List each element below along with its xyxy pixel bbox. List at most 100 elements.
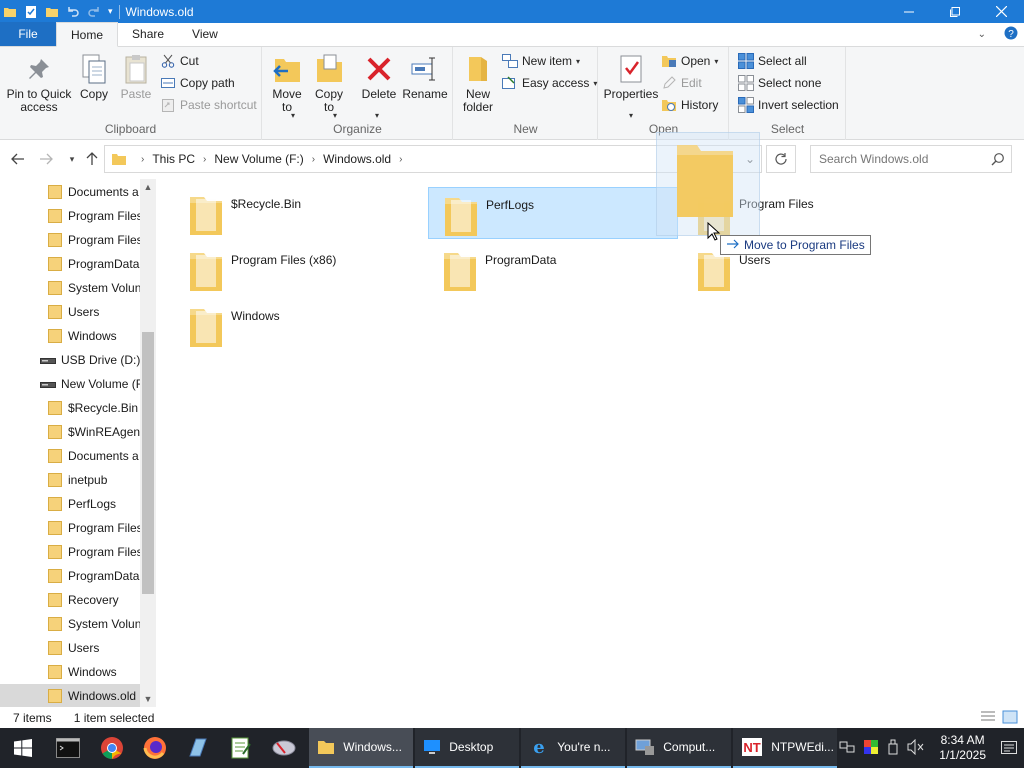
breadcrumb-this-pc[interactable]: This PC (152, 152, 195, 166)
customize-qat-icon[interactable]: ▾ (108, 6, 113, 17)
new-folder-button[interactable]: New folder (460, 53, 496, 114)
chevron-right-icon[interactable]: › (141, 154, 144, 165)
chevron-down-icon[interactable]: ⌄ (978, 29, 986, 40)
chevron-right-icon[interactable]: › (399, 154, 402, 165)
paste-button[interactable]: Paste (118, 53, 154, 101)
nav-tree-item[interactable]: Windows.old (0, 684, 140, 707)
redo-icon[interactable] (87, 5, 101, 19)
nav-tree-item[interactable]: Program Files (0, 228, 140, 252)
nav-tree-item[interactable]: Program Files (0, 540, 140, 564)
nav-tree-item[interactable]: Users (0, 300, 140, 324)
network-icon[interactable] (839, 739, 855, 758)
usb-icon[interactable] (887, 739, 899, 758)
nav-tree-item[interactable]: System Volun (0, 612, 140, 636)
taskbar-app-button[interactable]: NT NTPWEdi... (733, 728, 838, 768)
color-app-icon[interactable] (863, 739, 879, 758)
nav-tree-item[interactable]: Program Files (0, 204, 140, 228)
new-item-button[interactable]: New item ▾ (502, 51, 580, 71)
nav-tree-item[interactable]: Documents a (0, 180, 140, 204)
nav-tree-item[interactable]: System Volun (0, 276, 140, 300)
taskbar-firefox[interactable] (133, 728, 176, 768)
nav-tree-item[interactable]: Program Files (0, 516, 140, 540)
chevron-right-icon[interactable]: › (203, 154, 206, 165)
nav-tree-item[interactable]: inetpub (0, 468, 140, 492)
rename-button[interactable]: Rename (401, 53, 449, 101)
maximize-button[interactable] (932, 0, 978, 23)
new-folder-icon[interactable] (45, 5, 59, 19)
nav-tree-item[interactable]: $Recycle.Bin (0, 396, 140, 420)
scroll-up-icon[interactable]: ▲ (140, 179, 156, 195)
nav-tree-item[interactable]: USB Drive (D:) (0, 348, 140, 372)
breadcrumb-new-volume[interactable]: New Volume (F:) (214, 152, 303, 166)
taskbar-app-button[interactable]: Comput... (627, 728, 732, 768)
undo-icon[interactable] (66, 5, 80, 19)
recent-locations-button[interactable]: ▾ (62, 149, 82, 169)
up-button[interactable] (82, 149, 102, 169)
chevron-right-icon[interactable]: › (312, 154, 315, 165)
notifications-icon[interactable] (1000, 739, 1018, 757)
easy-access-button[interactable]: Easy access ▾ (502, 73, 597, 93)
open-button[interactable]: Open ▾ (661, 51, 718, 71)
paste-shortcut-button[interactable]: Paste shortcut (160, 95, 257, 115)
scroll-down-icon[interactable]: ▼ (140, 691, 156, 707)
taskbar-pinned-app[interactable] (176, 728, 219, 768)
taskbar-tool[interactable] (262, 728, 305, 768)
close-button[interactable] (978, 0, 1024, 23)
large-icons-view-icon[interactable] (1002, 710, 1018, 724)
help-icon[interactable]: ? (1004, 26, 1018, 43)
breadcrumb-windows-old[interactable]: Windows.old (323, 152, 391, 166)
volume-muted-icon[interactable] (907, 738, 925, 758)
taskbar-cmd[interactable] (47, 728, 90, 768)
select-none-button[interactable]: Select none (738, 73, 821, 93)
tab-file[interactable]: File (0, 22, 56, 46)
properties-button[interactable]: Properties ▾ (603, 53, 659, 120)
scroll-thumb[interactable] (142, 332, 154, 594)
delete-button[interactable]: Delete ▾ (359, 53, 399, 120)
tab-home[interactable]: Home (56, 22, 119, 47)
file-tile[interactable]: $Recycle.Bin (174, 187, 424, 239)
nav-scrollbar[interactable]: ▲ ▼ (140, 179, 156, 707)
nav-tree-item[interactable]: ProgramData (0, 252, 140, 276)
copy-button[interactable]: Copy (76, 53, 112, 101)
nav-tree-item[interactable]: ProgramData (0, 564, 140, 588)
taskbar-app-button[interactable]: e You're n... (521, 728, 626, 768)
back-button[interactable] (8, 149, 28, 169)
search-input[interactable]: Search Windows.old (810, 145, 1012, 173)
nav-tree-item[interactable]: $WinREAgent (0, 420, 140, 444)
nav-tree-item[interactable]: PerfLogs (0, 492, 140, 516)
nav-tree-item[interactable]: Documents a (0, 444, 140, 468)
taskbar-app-button[interactable]: Desktop (415, 728, 520, 768)
taskbar-chrome[interactable] (90, 728, 133, 768)
details-view-icon[interactable] (980, 710, 996, 724)
nav-tree-item[interactable]: Windows (0, 324, 140, 348)
taskbar-editor[interactable] (219, 728, 262, 768)
clock[interactable]: 8:34 AM 1/1/2025 (939, 733, 986, 763)
select-all-button[interactable]: Select all (738, 51, 807, 71)
invert-selection-button[interactable]: Invert selection (738, 95, 839, 115)
nav-tree-item[interactable]: Recovery (0, 588, 140, 612)
nav-tree-item[interactable]: New Volume (F (0, 372, 140, 396)
cut-button[interactable]: Cut (160, 51, 199, 71)
edit-button[interactable]: Edit (661, 73, 702, 93)
forward-button[interactable] (36, 149, 56, 169)
tab-share[interactable]: Share (118, 22, 178, 46)
minimize-button[interactable] (886, 0, 932, 23)
copy-to-button[interactable]: Copy to ▾ (311, 53, 347, 120)
move-to-button[interactable]: Move to ▾ (269, 53, 305, 120)
file-tile[interactable]: ProgramData (428, 243, 678, 295)
properties-icon[interactable] (24, 5, 38, 19)
refresh-button[interactable] (766, 145, 796, 173)
copy-path-button[interactable]: Copy path (160, 73, 235, 93)
taskbar-app-button[interactable]: Windows... (309, 728, 414, 768)
pin-to-quick-access-button[interactable]: Pin to Quick access (6, 53, 72, 114)
file-tile[interactable]: PerfLogs (428, 187, 678, 239)
nav-tree-item[interactable]: Windows (0, 660, 140, 684)
search-icon[interactable] (991, 152, 1005, 169)
history-button[interactable]: History (661, 95, 718, 115)
nav-tree-item[interactable]: Users (0, 636, 140, 660)
start-button[interactable] (0, 728, 47, 768)
file-tile[interactable]: Windows (174, 299, 424, 351)
file-tile[interactable]: Program Files (x86) (174, 243, 424, 295)
tab-view[interactable]: View (178, 22, 232, 46)
nav-tree-label: Users (68, 641, 100, 655)
